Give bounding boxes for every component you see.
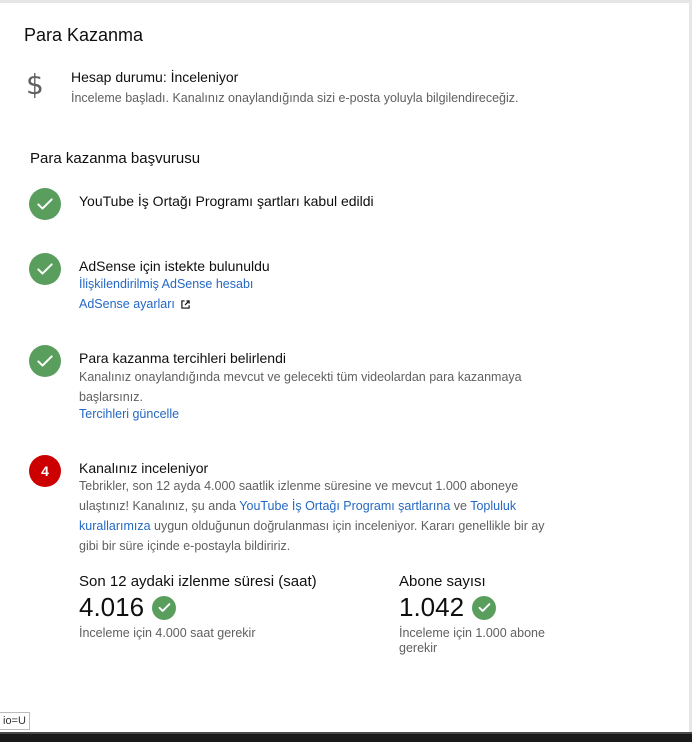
subscriber-count-value: 1.042 [399,592,497,623]
update-preferences-link[interactable]: Tercihleri güncelle [79,407,179,421]
application-section-title: Para kazanma başvurusu [30,150,201,167]
step-3-title: Para kazanma tercihleri belirlendi [79,350,286,366]
watch-time-number: 4.016 [79,592,145,622]
status-tag: io=U [0,712,30,730]
step-4-title: Kanalınız inceleniyor [79,460,209,476]
adsense-settings-link[interactable]: AdSense ayarları [79,297,190,311]
step-number-badge: 4 [29,455,61,487]
subscriber-count-note: İnceleme için 1.000 abone gerekir [399,626,545,655]
linked-adsense-account-link[interactable]: İlişkilendirilmiş AdSense hesabı [79,277,253,291]
step-1-title: YouTube İş Ortağı Programı şartları kabu… [79,193,374,209]
adsense-settings-label: AdSense ayarları [79,297,175,311]
check-icon [29,345,61,377]
step-2-title: AdSense için istekte bulunuldu [79,258,270,274]
subscriber-count-label: Abone sayısı [399,573,486,590]
check-icon [472,595,497,620]
check-icon [152,595,177,620]
check-icon [29,253,61,285]
page-title: Para Kazanma [24,25,144,45]
step-4-desc-part2: ve [450,499,471,513]
ypp-terms-link[interactable]: YouTube İş Ortağı Programı şartlarına [239,499,450,513]
watch-time-label: Son 12 aydaki izlenme süresi (saat) [79,573,317,590]
top-border [0,0,692,3]
bottom-bar [0,732,692,742]
dollar-icon: $ [26,68,44,101]
subscriber-count-number: 1.042 [399,592,465,622]
watch-time-note: İnceleme için 4.000 saat gerekir [79,626,256,640]
step-4-description: Tebrikler, son 12 ayda 4.000 saatlik izl… [79,476,549,556]
account-status-title: Hesap durumu: İnceleniyor [71,69,239,85]
step-3-description: Kanalınız onaylandığında mevcut ve gelec… [79,370,522,404]
check-icon [29,188,61,220]
account-status-description: İnceleme başladı. Kanalınız onaylandığın… [71,91,519,105]
watch-time-value: 4.016 [79,592,177,623]
external-link-icon [181,300,190,309]
